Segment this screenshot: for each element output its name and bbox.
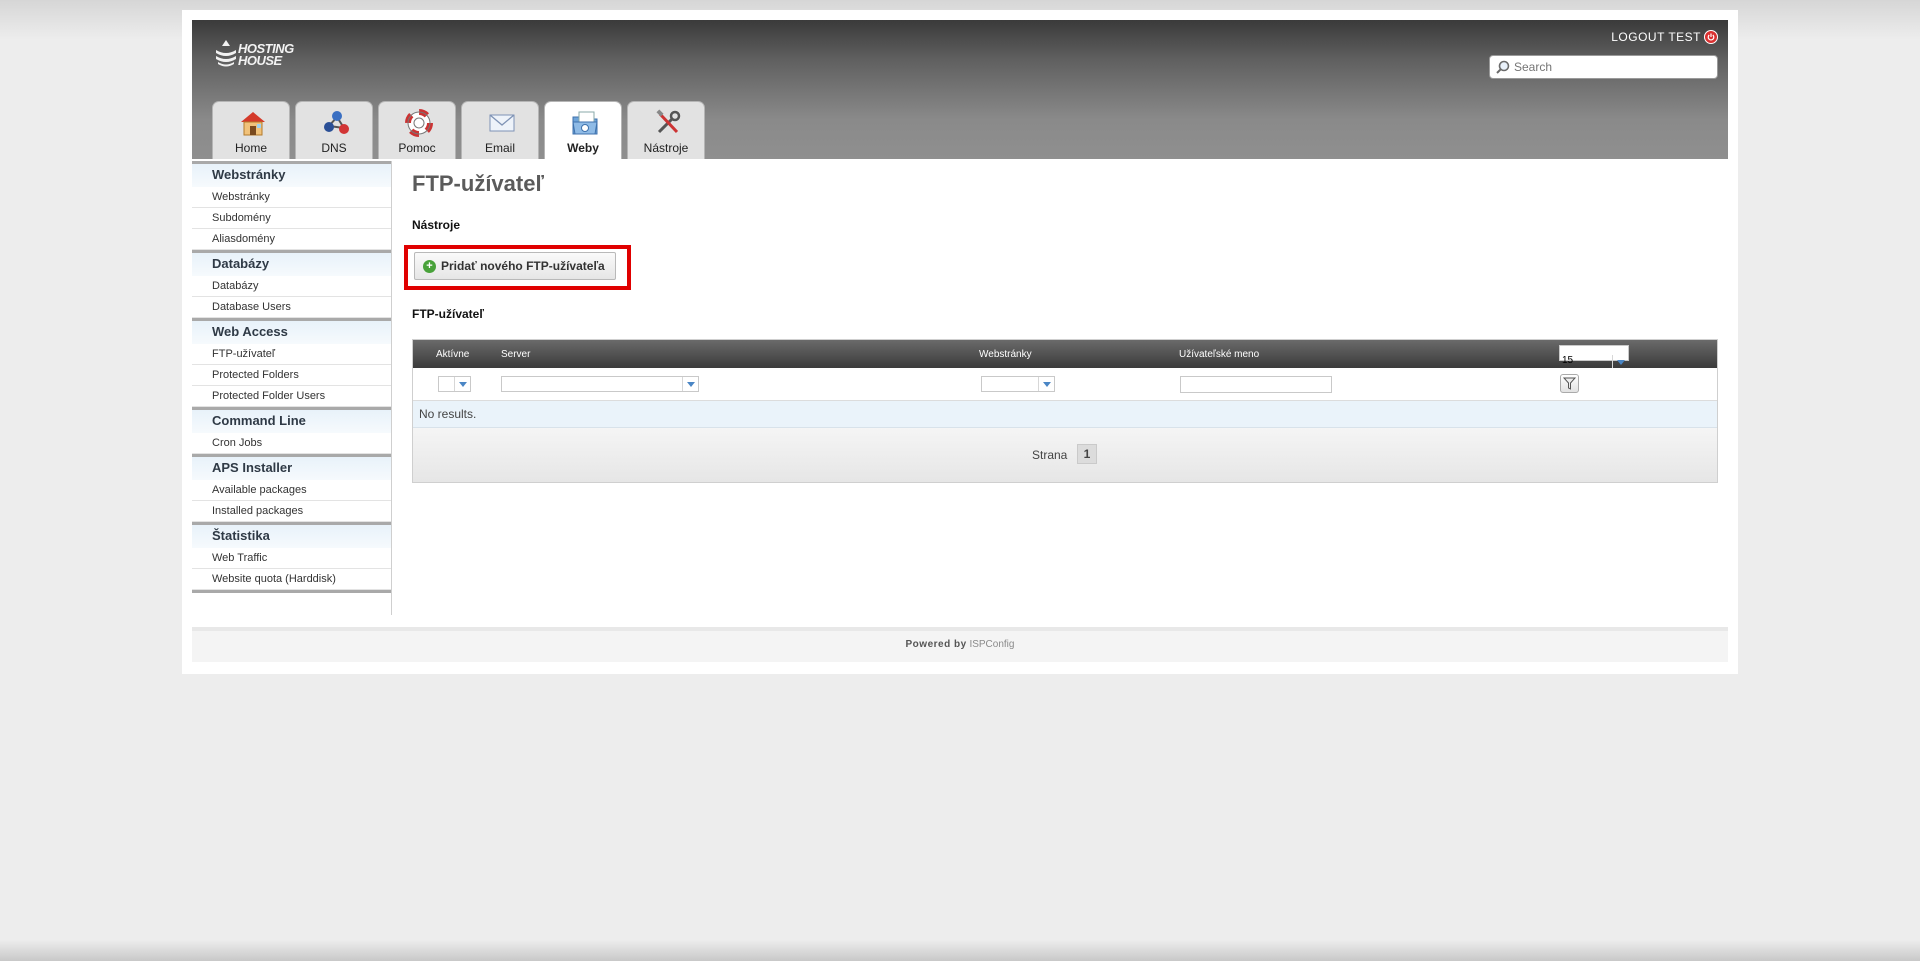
tools-heading: Nástroje <box>412 218 461 232</box>
sidebar-item-available-packages[interactable]: Available packages <box>192 480 391 501</box>
filter-button[interactable] <box>1560 374 1579 393</box>
page-number[interactable]: 1 <box>1077 444 1097 464</box>
filter-row <box>413 368 1717 401</box>
chevron-down-icon <box>1038 377 1054 391</box>
logo-mark-icon <box>216 40 236 67</box>
chevron-down-icon <box>1612 355 1628 369</box>
tab-web[interactable]: Weby <box>544 101 622 159</box>
power-icon <box>1704 30 1718 44</box>
empty-results: No results. <box>413 401 1717 428</box>
pagination: Strana 1 <box>413 428 1717 482</box>
powered-by-text: Powered by <box>905 639 967 650</box>
sidebar-item-web-traffic[interactable]: Web Traffic <box>192 548 391 569</box>
list-heading: FTP-užívateľ <box>412 307 484 321</box>
add-ftp-user-button[interactable]: + Pridať nového FTP-užívateľa <box>414 252 616 280</box>
sidebar-section-webpages: Webstránky <box>192 161 391 187</box>
search-box[interactable] <box>1489 55 1718 79</box>
tab-email[interactable]: Email <box>461 101 539 159</box>
header: HOSTING HOUSE LOGOUT TEST Search Home DN… <box>192 20 1728 159</box>
active-filter-select[interactable] <box>438 376 471 392</box>
sidebar-item-protected-folder-users[interactable]: Protected Folder Users <box>192 386 391 407</box>
page-size-select[interactable]: 15 <box>1559 345 1629 369</box>
column-server[interactable]: Server <box>501 349 530 360</box>
sidebar-item-website-quota[interactable]: Website quota (Harddisk) <box>192 569 391 590</box>
tab-help[interactable]: Pomoc <box>378 101 456 159</box>
sidebar-item-database-users[interactable]: Database Users <box>192 297 391 318</box>
sidebar-item-ftp-users[interactable]: FTP-užívateľ <box>192 344 391 365</box>
pagination-label: Strana <box>1032 448 1068 462</box>
username-filter-input[interactable] <box>1180 376 1332 393</box>
footer: Powered by ISPConfig <box>192 627 1728 662</box>
chevron-down-icon <box>454 377 470 391</box>
website-filter-select[interactable] <box>981 376 1055 392</box>
column-website[interactable]: Webstránky <box>979 349 1032 360</box>
logout-link[interactable]: LOGOUT TEST <box>1611 30 1718 44</box>
page-container: HOSTING HOUSE LOGOUT TEST Search Home DN… <box>182 10 1738 674</box>
logo-text-bottom: HOUSE <box>238 53 282 68</box>
ispconfig-link[interactable]: ISPConfig <box>969 639 1014 650</box>
ftp-users-table: Aktívne Server Webstránky Užívateľské me… <box>412 339 1718 483</box>
tab-label: Pomoc <box>398 141 436 155</box>
sidebar-section-aps-installer: APS Installer <box>192 454 391 480</box>
logout-label: LOGOUT TEST <box>1611 30 1701 44</box>
page-size-value: 15 <box>1562 355 1574 366</box>
main-tabs: Home DNS Pomoc Email Weby Nástroje <box>212 101 705 159</box>
chevron-down-icon <box>682 377 698 391</box>
plus-icon: + <box>423 259 436 273</box>
tab-label: Home <box>234 141 267 155</box>
sidebar: Webstránky Webstránky Subdomény Aliasdom… <box>192 161 392 615</box>
sidebar-item-subdomains[interactable]: Subdomény <box>192 208 391 229</box>
email-icon <box>489 114 515 132</box>
logo[interactable]: HOSTING HOUSE <box>212 36 312 72</box>
tools-icon <box>656 109 681 134</box>
sidebar-item-protected-folders[interactable]: Protected Folders <box>192 365 391 386</box>
tab-label: DNS <box>321 141 347 155</box>
sidebar-item-webpages[interactable]: Webstránky <box>192 187 391 208</box>
column-active[interactable]: Aktívne <box>436 349 469 360</box>
search-input[interactable] <box>1514 60 1704 74</box>
tab-label: Nástroje <box>643 141 689 155</box>
sidebar-item-installed-packages[interactable]: Installed packages <box>192 501 391 522</box>
search-icon <box>1496 60 1510 74</box>
sidebar-item-databases[interactable]: Databázy <box>192 276 391 297</box>
tab-dns[interactable]: DNS <box>295 101 373 159</box>
help-lifebuoy-icon <box>405 109 433 137</box>
add-ftp-user-label: Pridať nového FTP-užívateľa <box>441 259 605 273</box>
home-icon <box>241 112 265 136</box>
sidebar-section-web-access: Web Access <box>192 318 391 344</box>
sidebar-section-statistics: Štatistika <box>192 522 391 548</box>
web-folder-icon <box>572 111 598 135</box>
table-header: Aktívne Server Webstránky Užívateľské me… <box>413 340 1717 369</box>
tab-label: Email <box>484 141 515 155</box>
tab-tools[interactable]: Nástroje <box>627 101 705 159</box>
funnel-icon <box>1563 377 1576 390</box>
sidebar-item-cron-jobs[interactable]: Cron Jobs <box>192 433 391 454</box>
dns-icon <box>324 111 349 134</box>
sidebar-section-command-line: Command Line <box>192 407 391 433</box>
tab-label: Weby <box>567 141 599 155</box>
tab-home[interactable]: Home <box>212 101 290 159</box>
server-filter-select[interactable] <box>501 376 699 392</box>
page-title: FTP-užívateľ <box>412 171 544 196</box>
column-username[interactable]: Užívateľské meno <box>1179 349 1259 360</box>
sidebar-divider <box>192 590 391 593</box>
sidebar-item-aliasdomains[interactable]: Aliasdomény <box>192 229 391 250</box>
sidebar-section-databases: Databázy <box>192 250 391 276</box>
